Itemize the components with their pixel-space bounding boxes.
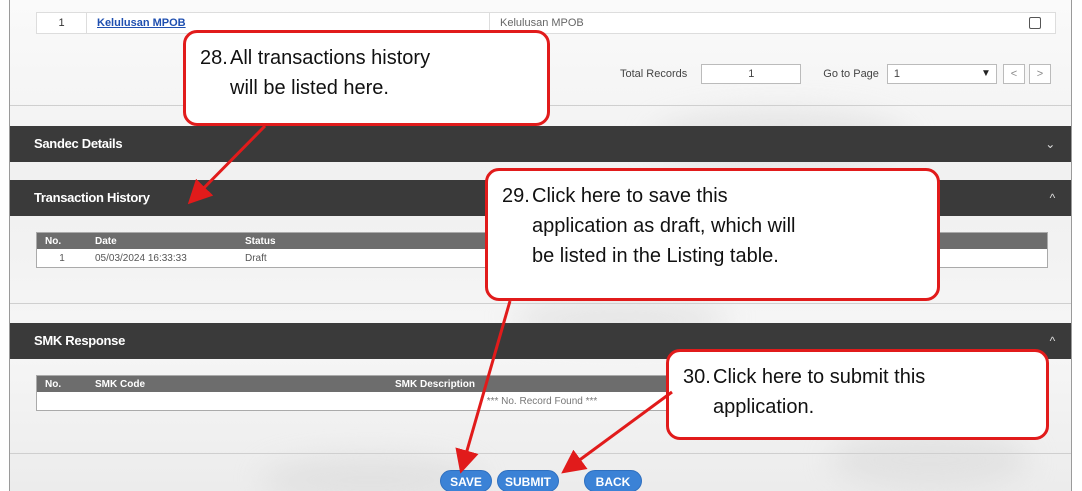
row-number: 1 xyxy=(37,13,87,33)
sandec-details-title: Sandec Details xyxy=(34,136,123,151)
chevron-down-icon: ▼ xyxy=(981,68,991,79)
column-header-status: Status xyxy=(245,235,276,247)
prev-page-button[interactable]: < xyxy=(1002,64,1025,84)
column-header-no: No. xyxy=(45,235,62,247)
submit-button[interactable]: SUBMIT xyxy=(497,470,559,491)
callout-line: will be listed here. xyxy=(230,77,389,99)
back-button[interactable]: BACK xyxy=(584,470,642,491)
row-number: 1 xyxy=(59,252,65,264)
row-date: 05/03/2024 16:33:33 xyxy=(95,252,187,264)
callout-line: application. xyxy=(713,396,815,418)
transaction-history-title: Transaction History xyxy=(34,190,150,205)
sandec-details-header[interactable]: Sandec Details ⌄ xyxy=(10,126,1071,162)
save-button[interactable]: SAVE xyxy=(440,470,492,491)
smk-response-title: SMK Response xyxy=(34,333,126,348)
pager: Total Records 1 Go to Page 1 ▼ < > xyxy=(620,64,1051,84)
column-header-smk-code: SMK Code xyxy=(95,378,145,390)
page-select-value: 1 xyxy=(893,68,901,80)
chevron-up-icon: ^ xyxy=(1049,191,1056,205)
row-checkbox[interactable] xyxy=(1029,17,1041,29)
row-status: Draft xyxy=(245,252,267,264)
column-header-no: No. xyxy=(45,378,62,390)
callout-28: 28. All transactions history will be lis… xyxy=(183,30,550,126)
page-select[interactable]: 1 ▼ xyxy=(886,64,997,84)
total-records-label: Total Records xyxy=(620,68,688,80)
total-records-field: 1 xyxy=(701,64,802,84)
column-header-date: Date xyxy=(95,235,117,247)
callout-line: be listed in the Listing table. xyxy=(532,245,779,267)
callout-number: 30. xyxy=(683,366,711,388)
next-page-button[interactable]: > xyxy=(1028,64,1051,84)
callout-line: Click here to submit this xyxy=(713,366,926,388)
table-row: 1 Kelulusan MPOB Kelulusan MPOB xyxy=(36,12,1056,34)
callout-line: All transactions history xyxy=(230,47,431,69)
callout-30: 30. Click here to submit this applicatio… xyxy=(666,349,1049,440)
row-description: Kelulusan MPOB xyxy=(500,17,584,29)
chevron-up-icon: ^ xyxy=(1049,334,1056,348)
callout-29: 29. Click here to save this application … xyxy=(485,168,940,301)
callout-number: 29. xyxy=(502,185,530,207)
callout-line: Click here to save this xyxy=(532,185,728,207)
column-header-smk-description: SMK Description xyxy=(395,378,476,390)
callout-line: application as draft, which will xyxy=(532,215,796,237)
callout-number: 28. xyxy=(200,47,228,69)
go-to-page-label: Go to Page xyxy=(823,68,879,80)
chevron-down-icon: ⌄ xyxy=(1045,137,1055,151)
kelulusan-link[interactable]: Kelulusan MPOB xyxy=(97,17,186,29)
